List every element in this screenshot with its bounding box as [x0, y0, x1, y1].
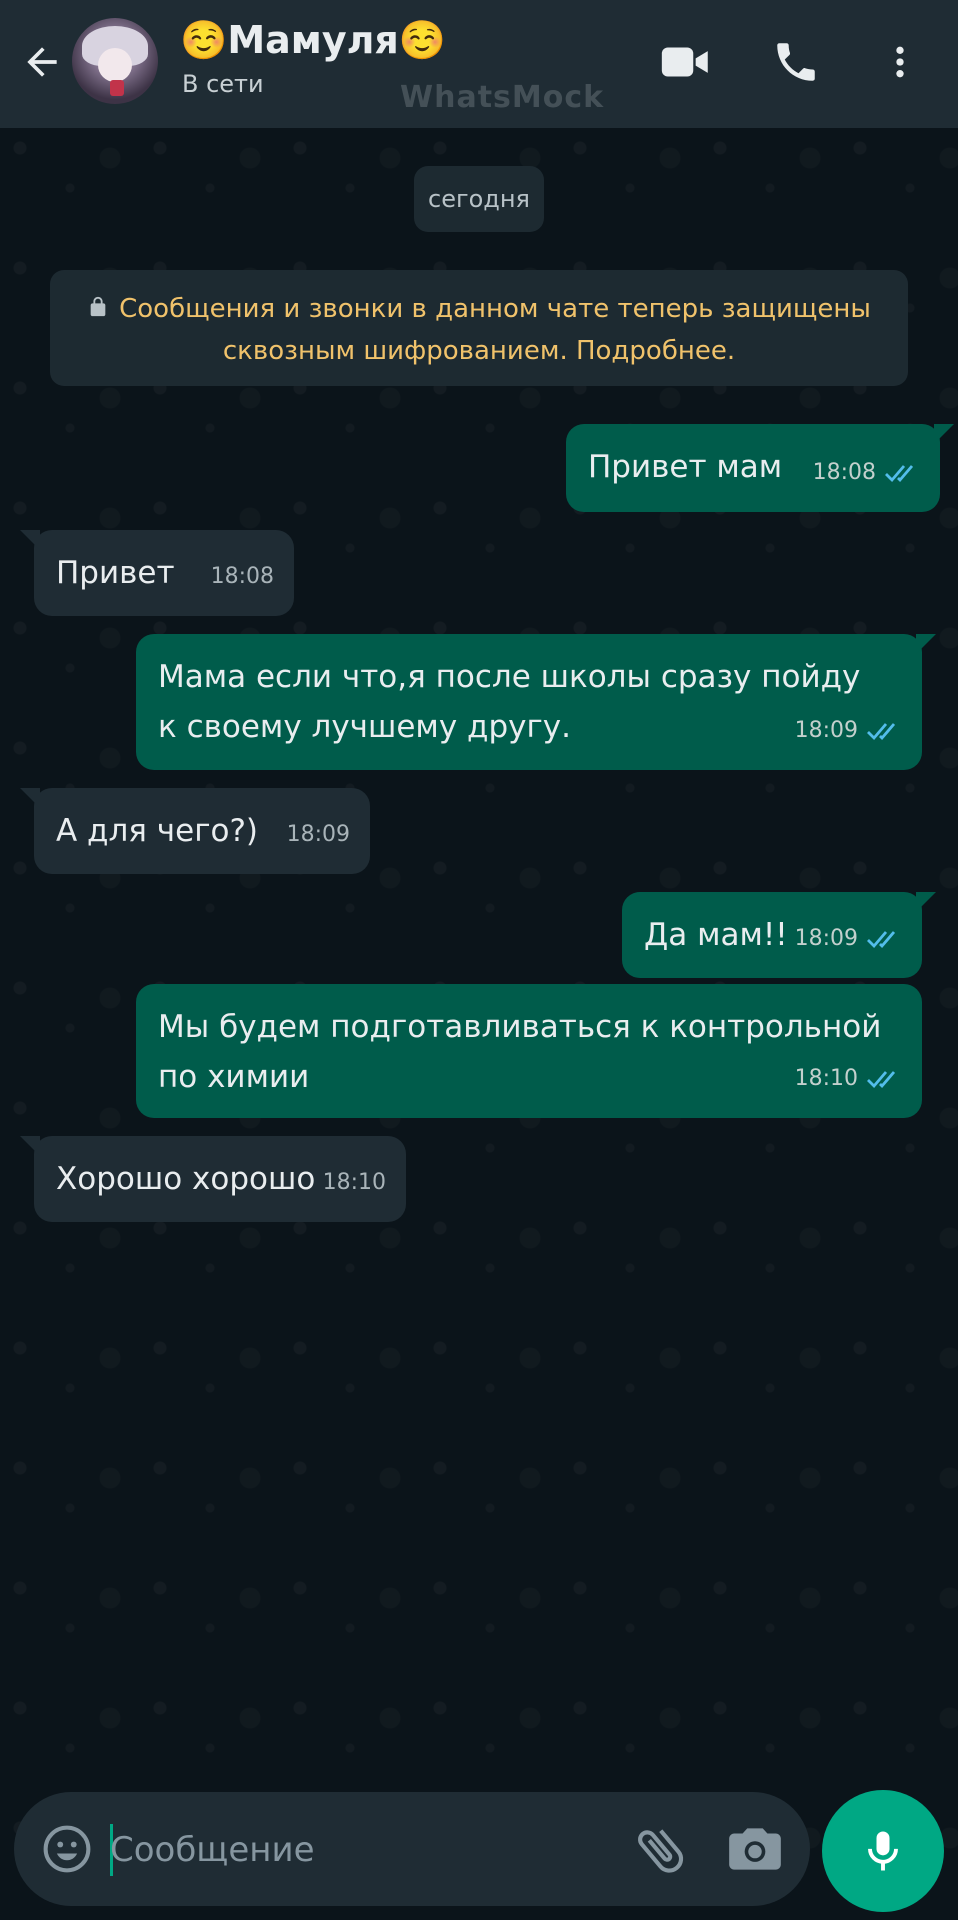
double-check-icon [867, 723, 896, 741]
double-check-icon [885, 465, 914, 483]
message-bubble-outgoing[interactable]: Да мам!! 18:09 [622, 892, 936, 978]
message-bubble-outgoing[interactable]: Мама если что,я после школы сразу пойду … [136, 634, 936, 770]
camera-icon [729, 1828, 781, 1870]
date-separator: сегодня [414, 166, 544, 232]
voice-call-icon [777, 43, 815, 81]
message-bubble-incoming[interactable]: Хорошо хорошо 18:10 [20, 1136, 406, 1222]
message-time: 18:09 [794, 718, 858, 743]
encryption-notice[interactable]: Сообщения и звонки в данном чате теперь … [50, 270, 908, 386]
contact-status: В сети [182, 70, 264, 98]
message-time: 18:08 [812, 460, 876, 485]
double-check-icon [867, 1071, 896, 1089]
double-check-icon [867, 931, 896, 949]
more-options-icon [896, 46, 904, 78]
voice-call-button[interactable] [760, 26, 832, 98]
message-text: Мама если что,я после школы сразу пойду … [158, 659, 871, 745]
message-time: 18:10 [322, 1170, 386, 1195]
chat-header: ☺️Мамуля☺️ В сети WhatsMock [0, 0, 958, 128]
message-text: Мы будем подготавливаться к контрольной … [158, 1009, 892, 1095]
back-button[interactable] [14, 34, 70, 90]
message-time: 18:09 [794, 926, 858, 951]
message-bubble-incoming[interactable]: Привет 18:08 [20, 530, 294, 616]
attach-icon [638, 1829, 684, 1873]
more-options-button[interactable] [868, 26, 932, 98]
message-bubble-outgoing[interactable]: Привет мам 18:08 [566, 424, 954, 512]
message-time: 18:08 [210, 564, 274, 589]
contact-name[interactable]: ☺️Мамуля☺️ [180, 18, 446, 63]
avatar[interactable] [72, 18, 158, 104]
watermark: WhatsMock [400, 80, 605, 115]
lock-icon [90, 296, 106, 317]
emoji-icon [43, 1825, 91, 1873]
message-input[interactable] [108, 1816, 612, 1884]
message-time: 18:09 [286, 822, 350, 847]
back-arrow-icon [27, 47, 57, 77]
message-bubble-incoming[interactable]: А для чего?) 18:09 [20, 788, 370, 874]
microphone-icon [868, 1831, 898, 1871]
video-call-button[interactable] [650, 26, 722, 98]
video-call-icon [661, 47, 708, 77]
message-bubble-outgoing[interactable]: Мы будем подготавливаться к контрольной … [136, 984, 922, 1118]
message-composer [14, 1792, 810, 1906]
attach-button[interactable] [630, 1818, 692, 1880]
voice-message-button[interactable] [822, 1790, 944, 1912]
camera-button[interactable] [724, 1818, 786, 1880]
encryption-notice-text: Сообщения и звонки в данном чате теперь … [119, 294, 871, 366]
emoji-button[interactable] [40, 1822, 94, 1876]
message-time: 18:10 [794, 1066, 858, 1091]
